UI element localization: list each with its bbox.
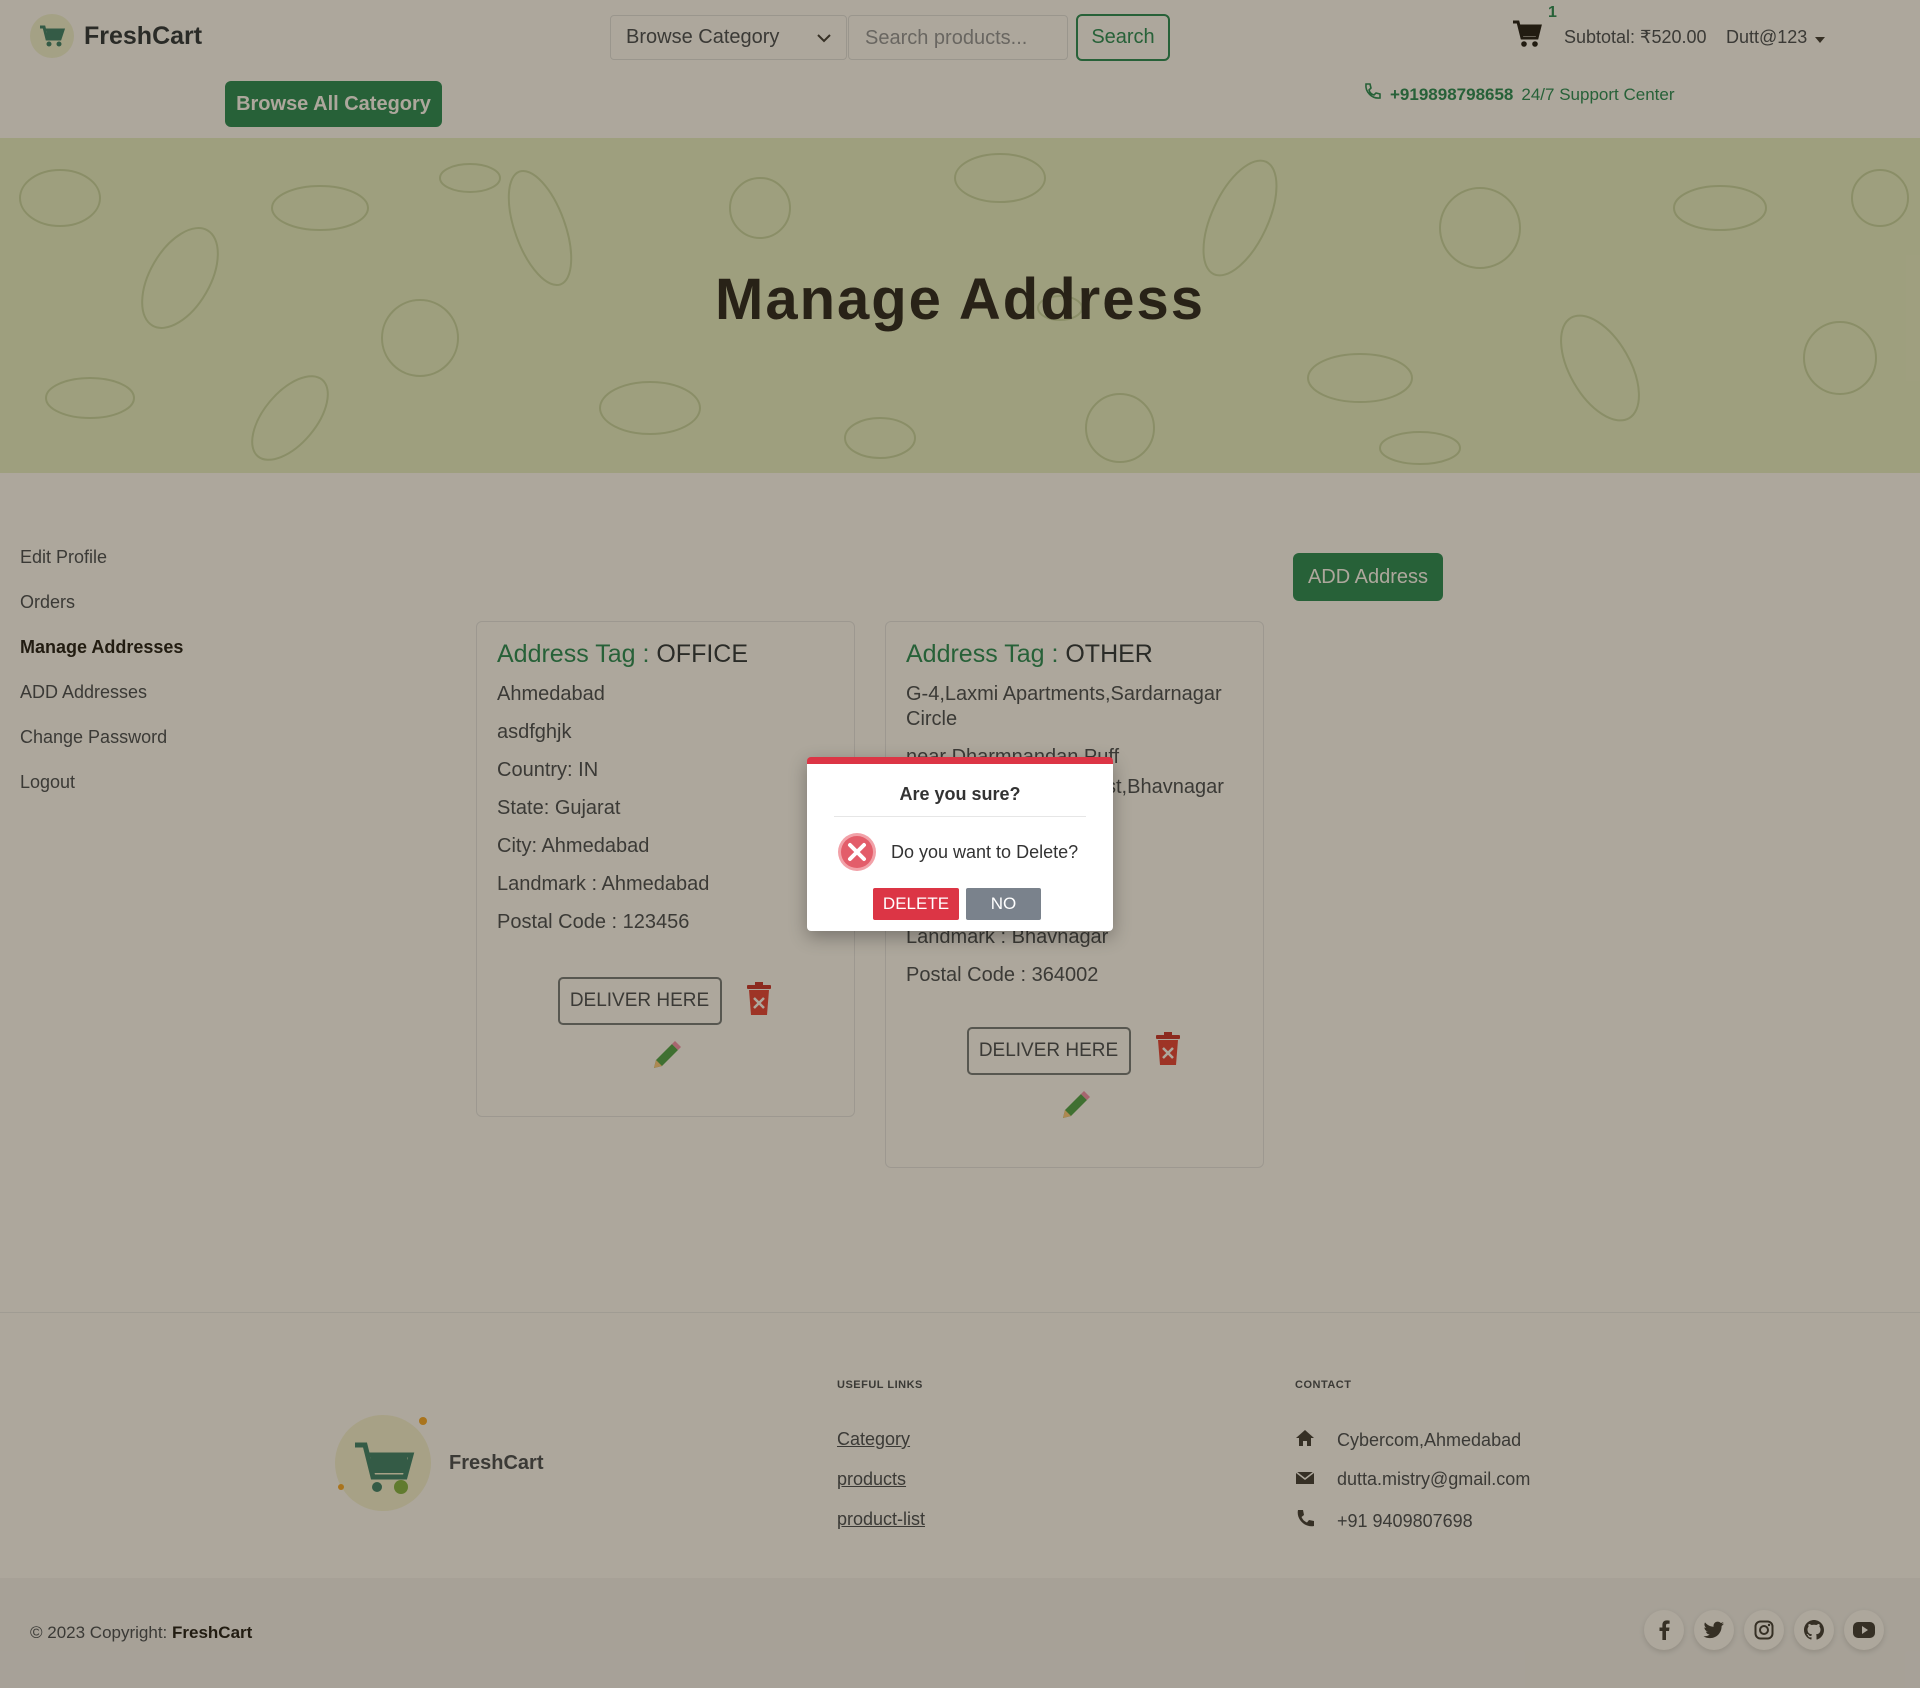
confirm-delete-dialog: Are you sure? Do you want to Delete? DEL… bbox=[807, 757, 1113, 931]
dialog-title: Are you sure? bbox=[899, 784, 1021, 804]
error-circle-icon bbox=[837, 832, 877, 877]
page: FreshCart Browse Category Search product… bbox=[0, 0, 1920, 1688]
dialog-divider bbox=[834, 816, 1086, 817]
confirm-delete-button[interactable]: DELETE bbox=[873, 888, 959, 920]
dialog-message: Do you want to Delete? bbox=[891, 842, 1079, 862]
cancel-delete-button[interactable]: NO bbox=[966, 888, 1041, 920]
